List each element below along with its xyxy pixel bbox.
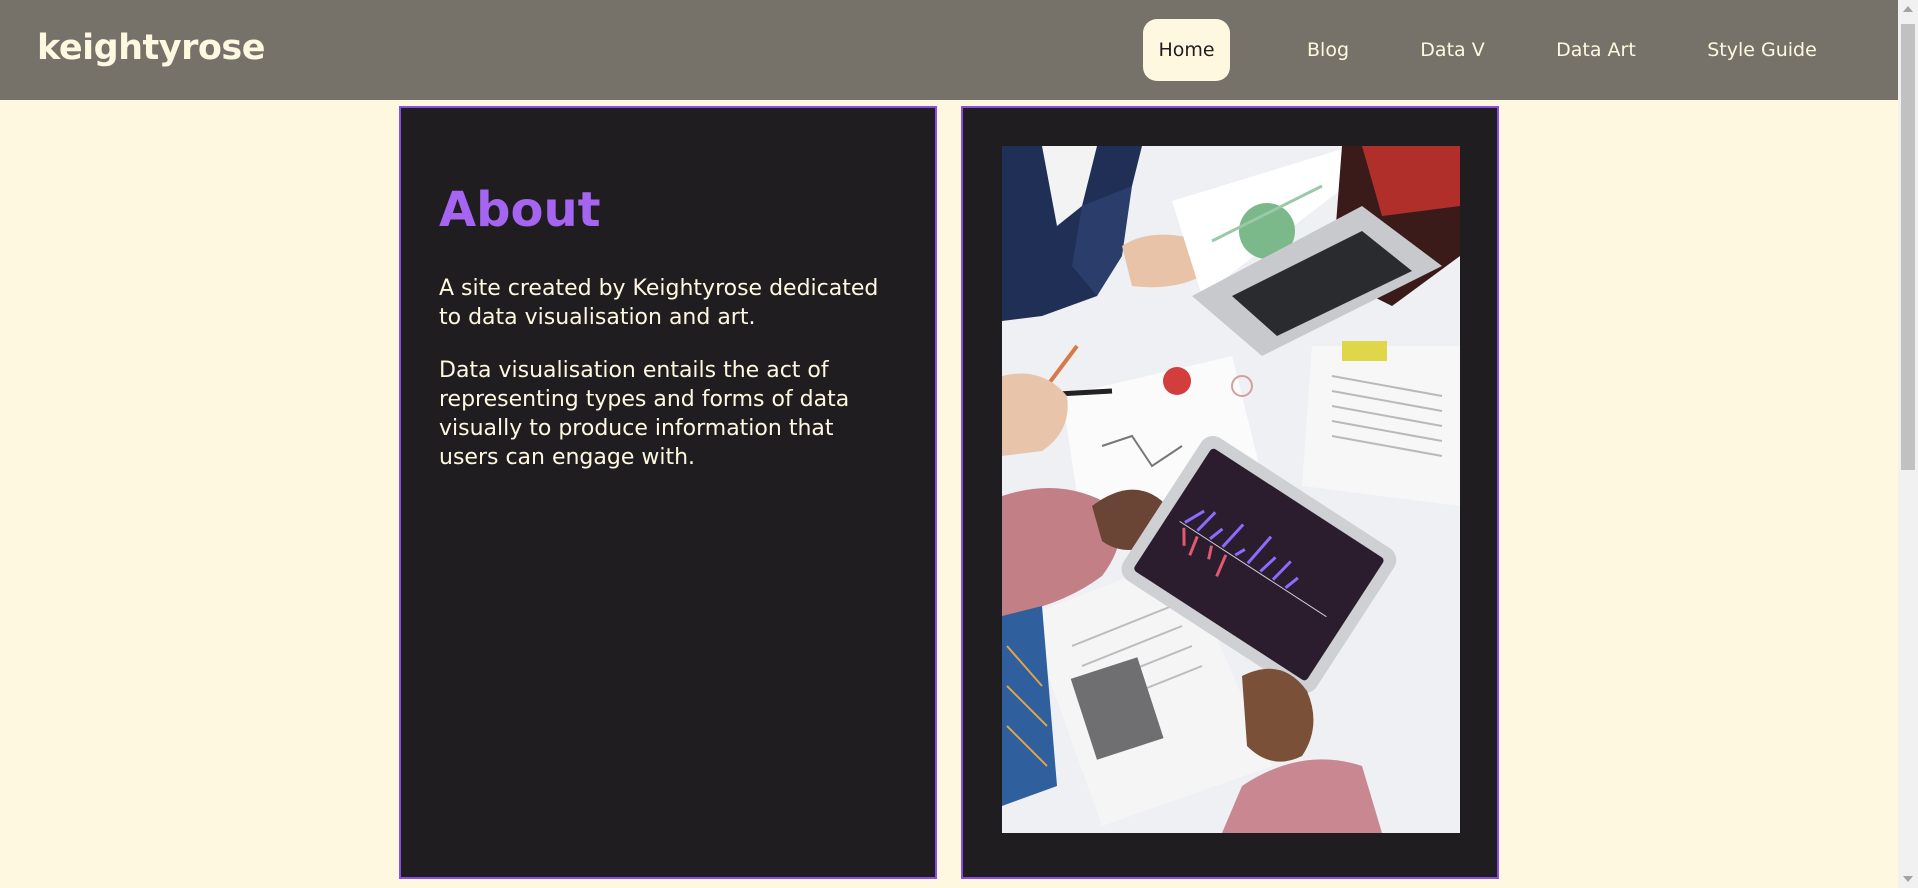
about-card: About A site created by Keightyrose dedi… xyxy=(399,106,937,879)
about-paragraph-definition: Data visualisation entails the act of re… xyxy=(439,358,850,470)
team-reviewing-data-on-tablet-photo xyxy=(1002,146,1460,833)
scroll-down-arrow-icon[interactable] xyxy=(1903,876,1913,882)
nav-home-link[interactable]: Home xyxy=(1143,19,1230,81)
site-logo[interactable]: keightyrose xyxy=(37,28,265,68)
about-paragraph-intro: A site created by Keightyrose dedicated … xyxy=(439,276,879,330)
about-heading: About xyxy=(439,182,601,238)
nav-data-v-link[interactable]: Data V xyxy=(1420,19,1485,81)
scrollbar-thumb[interactable] xyxy=(1901,24,1915,470)
nav-style-guide-link[interactable]: Style Guide xyxy=(1707,19,1817,81)
photo-illustration xyxy=(1002,146,1460,833)
vertical-scrollbar[interactable] xyxy=(1898,0,1918,888)
nav-data-art-link[interactable]: Data Art xyxy=(1554,19,1638,81)
nav-blog-link[interactable]: Blog xyxy=(1303,19,1353,81)
top-navigation-bar: keightyrose Home Blog Data V Data Art St… xyxy=(0,0,1898,100)
image-card xyxy=(961,106,1499,879)
scroll-up-arrow-icon[interactable] xyxy=(1903,6,1913,12)
